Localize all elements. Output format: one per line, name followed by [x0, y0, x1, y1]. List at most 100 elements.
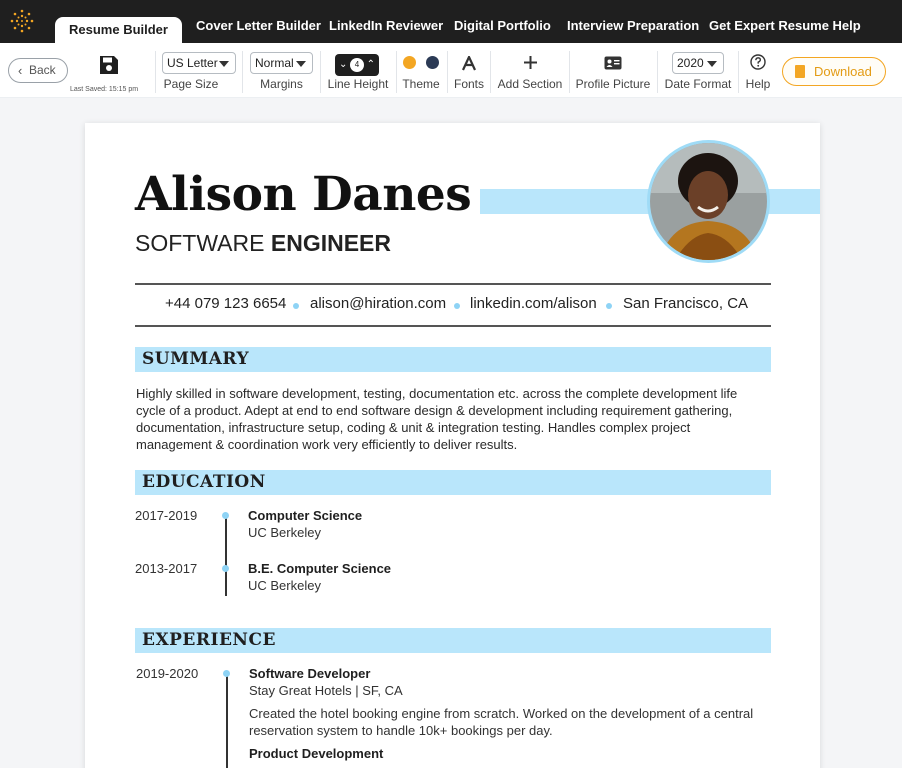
back-button[interactable]: ‹ Back	[8, 58, 68, 83]
summary-section-header[interactable]: SUMMARY	[135, 347, 771, 372]
page-size-value: US Letter	[167, 56, 218, 70]
experience-description-line[interactable]: reservation system to handle 10k+ bookin…	[249, 723, 553, 738]
help-label: Help	[745, 77, 771, 91]
caret-down-icon	[707, 61, 717, 67]
job-title-light: SOFTWARE	[135, 230, 265, 256]
profile-photo-image	[650, 143, 767, 260]
last-saved-text: Last Saved: 15:15 pm	[70, 86, 139, 93]
profile-picture-control[interactable]: Profile Picture	[575, 43, 651, 98]
margins-value: Normal	[255, 56, 294, 70]
fonts-label: Fonts	[453, 77, 484, 91]
summary-line[interactable]: cycle of a product. Adept at end to end …	[136, 403, 732, 418]
fonts-control[interactable]: Fonts	[452, 43, 486, 98]
contact-linkedin[interactable]: linkedin.com/alison	[470, 295, 597, 312]
experience-company[interactable]: Stay Great Hotels | SF, CA	[249, 683, 403, 698]
theme-label: Theme	[402, 77, 440, 91]
plus-icon	[524, 56, 537, 69]
education-timeline-line	[225, 515, 227, 596]
line-height-control: ⌄ 4 ⌃ Line Height	[326, 43, 390, 98]
experience-role[interactable]: Software Developer	[249, 666, 370, 681]
toolbar-divider	[738, 51, 739, 93]
education-school[interactable]: UC Berkeley	[248, 578, 321, 593]
experience-description-line[interactable]: Created the hotel booking engine from sc…	[249, 706, 753, 721]
tab-get-expert-resume-help[interactable]: Get Expert Resume Help	[709, 0, 861, 43]
toolbar-divider	[657, 51, 658, 93]
experience-heading: EXPERIENCE	[142, 630, 276, 650]
tab-linkedin-reviewer[interactable]: LinkedIn Reviewer	[329, 0, 443, 43]
contact-rule-bottom	[135, 325, 771, 327]
chevron-down-icon[interactable]: ⌄	[339, 58, 347, 72]
contact-location[interactable]: San Francisco, CA	[623, 295, 748, 312]
toolbar-divider	[490, 51, 491, 93]
tab-resume-builder[interactable]: Resume Builder	[55, 17, 182, 43]
experience-section-header[interactable]: EXPERIENCE	[135, 628, 771, 653]
toolbar-divider	[447, 51, 448, 93]
line-height-value: 4	[350, 58, 364, 72]
tab-interview-preparation[interactable]: Interview Preparation	[567, 0, 699, 43]
education-degree[interactable]: Computer Science	[248, 508, 362, 523]
chevron-left-icon: ‹	[18, 63, 23, 78]
back-label: Back	[29, 63, 56, 77]
contact-separator-dot	[293, 303, 299, 309]
margins-select[interactable]: Normal	[250, 52, 313, 74]
education-school[interactable]: UC Berkeley	[248, 525, 321, 540]
save-icon[interactable]	[98, 54, 120, 76]
education-date[interactable]: 2017-2019	[135, 508, 197, 523]
profile-picture-label: Profile Picture	[575, 77, 651, 91]
date-format-select[interactable]: 2020	[672, 52, 724, 74]
font-letter-icon	[462, 56, 476, 71]
tab-cover-letter-builder[interactable]: Cover Letter Builder	[196, 0, 321, 43]
education-degree[interactable]: B.E. Computer Science	[248, 561, 391, 576]
toolbar-divider	[320, 51, 321, 93]
line-height-label: Line Height	[327, 77, 389, 91]
contact-email[interactable]: alison@hiration.com	[310, 295, 446, 312]
page-size-control: US Letter Page Size	[162, 43, 236, 98]
top-navigation: Resume Builder Cover Letter Builder Link…	[0, 0, 902, 43]
theme-color-orange[interactable]	[403, 56, 416, 69]
line-height-stepper[interactable]: ⌄ 4 ⌃	[335, 54, 379, 76]
toolbar-divider	[396, 51, 397, 93]
resume-job-title[interactable]: SOFTWARE ENGINEER	[135, 230, 391, 257]
profile-photo[interactable]	[647, 140, 770, 263]
contact-phone[interactable]: +44 079 123 6654	[165, 295, 286, 312]
page-size-select[interactable]: US Letter	[162, 52, 236, 74]
experience-subheading[interactable]: Product Development	[249, 746, 383, 761]
date-format-control: 2020 Date Format	[664, 43, 732, 98]
timeline-dot	[223, 670, 230, 677]
download-button[interactable]: Download	[782, 57, 886, 86]
theme-color-navy[interactable]	[426, 56, 439, 69]
timeline-dot	[222, 565, 229, 572]
summary-line[interactable]: management & coordination work very effi…	[136, 437, 517, 452]
summary-line[interactable]: Highly skilled in software development, …	[136, 386, 737, 401]
date-format-label: Date Format	[664, 77, 732, 91]
id-card-icon	[604, 56, 622, 70]
summary-line[interactable]: documentation, infrastructure setup, cod…	[136, 420, 690, 435]
chevron-up-icon[interactable]: ⌃	[367, 58, 375, 72]
page-size-label: Page Size	[163, 77, 219, 91]
resume-page: Alison Danes SOFTWARE ENGINEER +44 079 1…	[85, 123, 820, 768]
education-date[interactable]: 2013-2017	[135, 561, 197, 576]
contact-rule-top	[135, 283, 771, 285]
editor-toolbar: ‹ Back Last Saved: 15:15 pm US Letter Pa…	[0, 43, 902, 98]
caret-down-icon	[296, 61, 306, 67]
toolbar-divider	[569, 51, 570, 93]
margins-control: Normal Margins	[250, 43, 313, 98]
resume-name[interactable]: Alison Danes	[135, 167, 472, 222]
summary-heading: SUMMARY	[142, 349, 250, 369]
experience-date[interactable]: 2019-2020	[136, 666, 198, 681]
help-control[interactable]: Help	[743, 43, 773, 98]
theme-control: Theme	[400, 43, 442, 98]
education-section-header[interactable]: EDUCATION	[135, 470, 771, 495]
toolbar-divider	[242, 51, 243, 93]
add-section-control[interactable]: Add Section	[496, 43, 564, 98]
add-section-label: Add Section	[497, 77, 563, 91]
job-title-bold: ENGINEER	[270, 230, 392, 256]
pdf-file-icon	[795, 65, 805, 78]
contact-separator-dot	[454, 303, 460, 309]
hiration-logo-icon[interactable]	[10, 9, 34, 33]
help-question-icon	[750, 54, 766, 70]
download-label: Download	[814, 64, 872, 79]
tab-digital-portfolio[interactable]: Digital Portfolio	[454, 0, 551, 43]
margins-label: Margins	[260, 77, 303, 91]
education-heading: EDUCATION	[142, 472, 266, 492]
